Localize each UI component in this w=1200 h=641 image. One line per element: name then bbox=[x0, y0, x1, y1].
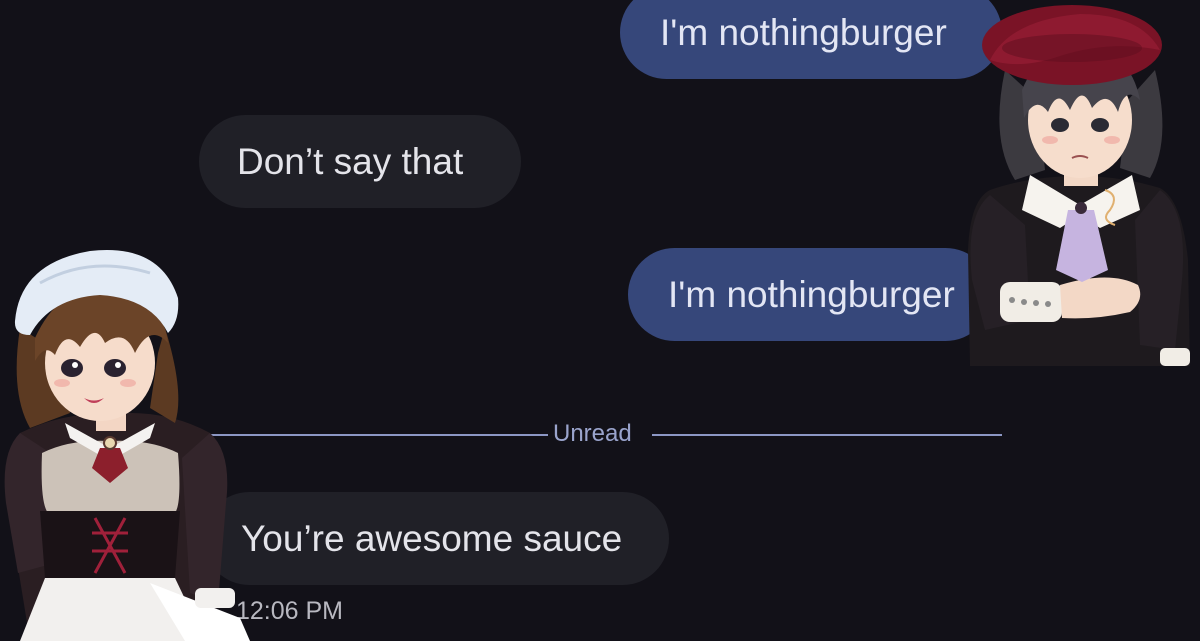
message-text: You’re awesome sauce bbox=[241, 517, 623, 559]
unread-divider-line-right bbox=[652, 434, 1002, 436]
message-bubble-outgoing[interactable]: I'm nothingburger bbox=[620, 0, 1002, 79]
unread-divider-label: Unread bbox=[553, 420, 632, 447]
maid-character-sticker bbox=[4, 249, 250, 641]
message-text: I'm nothingburger bbox=[660, 11, 947, 53]
message-text: Don’t say that bbox=[237, 140, 464, 182]
beret-character-sticker bbox=[968, 5, 1190, 366]
message-bubble-outgoing[interactable]: I'm nothingburger bbox=[628, 248, 992, 341]
message-bubble-incoming[interactable]: You’re awesome sauce bbox=[203, 492, 669, 585]
message-bubble-incoming[interactable]: Don’t say that bbox=[199, 115, 521, 208]
message-text: I'm nothingburger bbox=[668, 273, 955, 315]
